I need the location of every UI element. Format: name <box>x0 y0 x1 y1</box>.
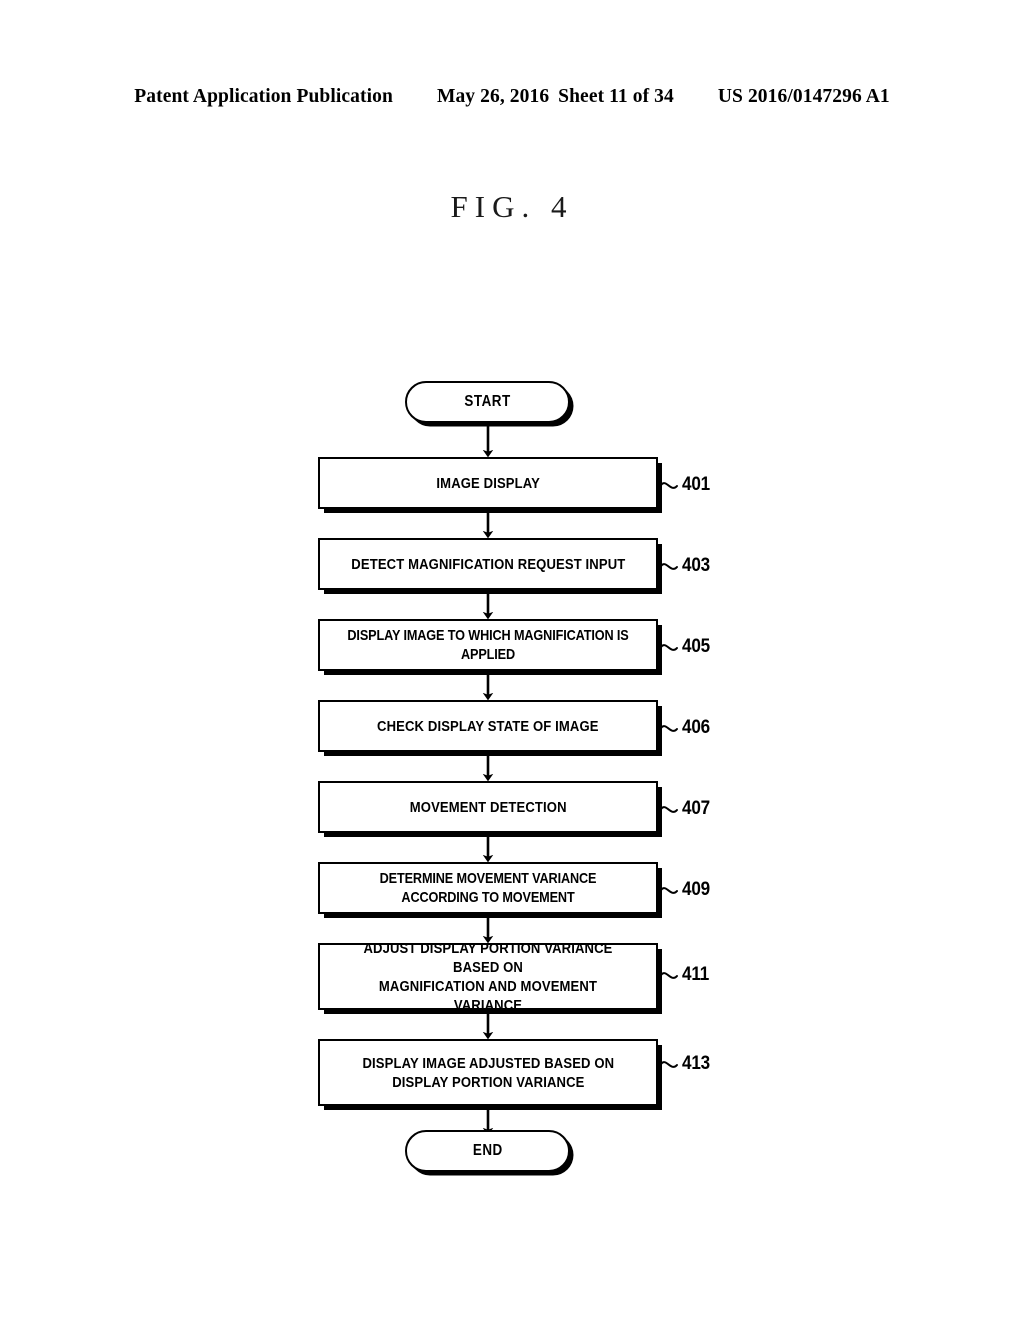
flow-step-411: ADJUST DISPLAY PORTION VARIANCE BASED ON… <box>318 940 658 1014</box>
flow-terminal-end: END <box>405 1130 570 1172</box>
flow-step-409: DETERMINE MOVEMENT VARIANCE ACCORDING TO… <box>318 862 658 914</box>
flow-ref-405: 405 <box>682 636 710 657</box>
flow-terminal-start-label: START <box>464 393 511 410</box>
flow-ref-406: 406 <box>682 717 710 738</box>
flow-step-401: IMAGE DISPLAY <box>318 457 658 509</box>
flow-ref-401: 401 <box>682 474 710 495</box>
flow-step-403: DETECT MAGNIFICATION REQUEST INPUT <box>318 538 658 590</box>
flow-step-409-label: DETERMINE MOVEMENT VARIANCE ACCORDING TO… <box>379 870 597 906</box>
flow-step-406-label: CHECK DISPLAY STATE OF IMAGE <box>377 717 599 735</box>
flow-terminal-start: START <box>405 381 570 423</box>
flow-ref-403: 403 <box>682 555 710 576</box>
flow-step-405: DISPLAY IMAGE TO WHICH MAGNIFICATION IS … <box>318 619 658 671</box>
flow-step-413: DISPLAY IMAGE ADJUSTED BASED ON DISPLAY … <box>318 1039 658 1106</box>
flow-ref-409: 409 <box>682 879 710 900</box>
flow-step-403-label: DETECT MAGNIFICATION REQUEST INPUT <box>350 555 626 573</box>
flow-step-401-label: IMAGE DISPLAY <box>436 474 540 492</box>
flowchart: START IMAGE DISPLAY 401 DETECT MAGNIFICA… <box>0 0 1024 1320</box>
flow-step-406: CHECK DISPLAY STATE OF IMAGE <box>318 700 658 752</box>
flow-ref-407: 407 <box>682 798 710 819</box>
flow-ref-411: 411 <box>682 964 710 985</box>
flow-step-407-label: MOVEMENT DETECTION <box>409 798 567 816</box>
flow-ref-413: 413 <box>682 1053 710 1074</box>
flow-step-405-label: DISPLAY IMAGE TO WHICH MAGNIFICATION IS … <box>347 627 629 663</box>
flow-step-411-label: ADJUST DISPLAY PORTION VARIANCE BASED ON… <box>363 939 613 1014</box>
flow-terminal-end-label: END <box>472 1142 503 1159</box>
flow-step-407: MOVEMENT DETECTION <box>318 781 658 833</box>
flow-step-413-label: DISPLAY IMAGE ADJUSTED BASED ON DISPLAY … <box>362 1054 614 1091</box>
